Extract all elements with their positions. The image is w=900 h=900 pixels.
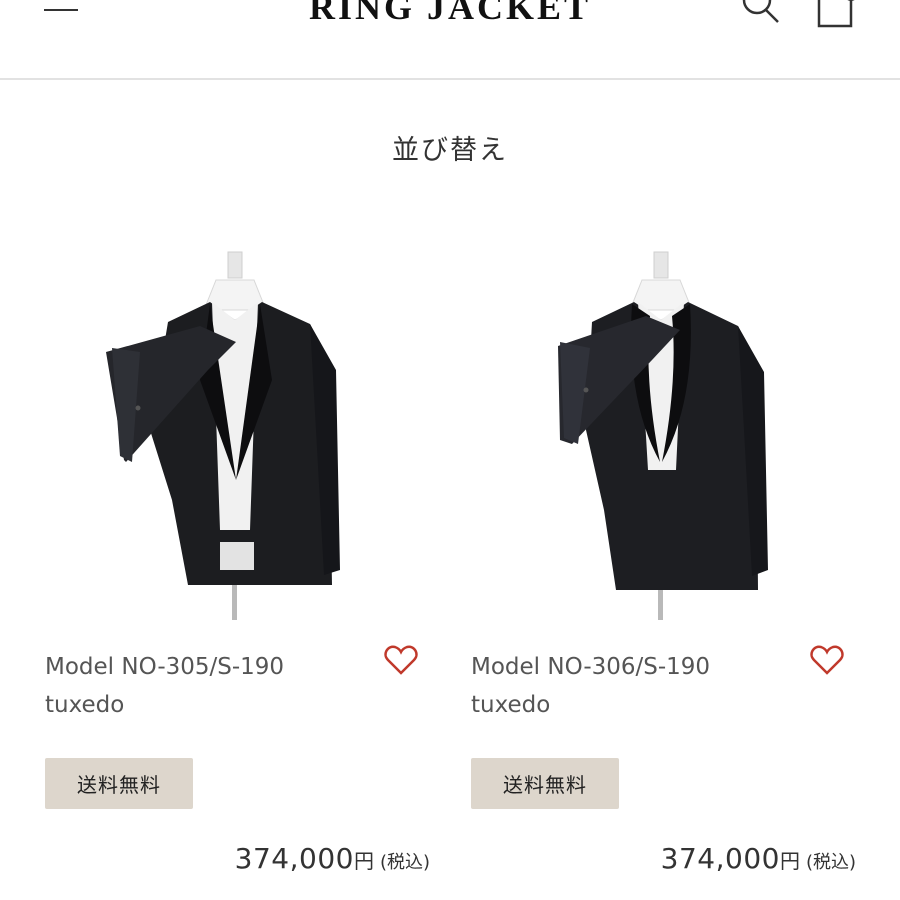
heart-icon[interactable] xyxy=(810,644,844,676)
product-image[interactable] xyxy=(40,230,370,620)
free-shipping-badge: 送料無料 xyxy=(45,758,193,809)
price-currency: 円 xyxy=(779,849,800,873)
search-icon[interactable] xyxy=(738,0,782,26)
product-name[interactable]: Model NO-306/S-190 tuxedo xyxy=(471,648,801,724)
product-type[interactable]: tuxedo xyxy=(45,686,375,724)
price-tax-note: (税込) xyxy=(805,852,856,873)
product-type[interactable]: tuxedo xyxy=(471,686,801,724)
brand-logo[interactable]: RING JACKET xyxy=(300,0,600,28)
price-amount: 374,000 xyxy=(234,842,354,875)
menu-icon[interactable] xyxy=(44,0,78,18)
sort-button[interactable]: 並び替え xyxy=(0,128,900,167)
price-tax-note: (税込) xyxy=(379,852,430,873)
product-price: 374,000円 (税込) xyxy=(606,842,856,875)
product-model[interactable]: Model NO-306/S-190 xyxy=(471,648,801,686)
product-card[interactable]: Model NO-305/S-190 tuxedo 送料無料 374,000円(… xyxy=(0,230,430,890)
product-model[interactable]: Model NO-305/S-190 xyxy=(45,648,375,686)
price-amount: 374,000 xyxy=(660,842,780,875)
site-header: RING JACKET xyxy=(0,0,900,80)
price-currency: 円 xyxy=(353,849,374,873)
product-card[interactable]: Model NO-306/S-190 tuxedo 送料無料 374,000円(… xyxy=(426,230,856,890)
product-image[interactable] xyxy=(466,230,796,620)
product-name[interactable]: Model NO-305/S-190 tuxedo xyxy=(45,648,375,724)
product-price: 374,000円 (税込) xyxy=(180,842,430,875)
heart-icon[interactable] xyxy=(384,644,418,676)
free-shipping-badge: 送料無料 xyxy=(471,758,619,809)
cart-icon[interactable] xyxy=(815,0,859,30)
